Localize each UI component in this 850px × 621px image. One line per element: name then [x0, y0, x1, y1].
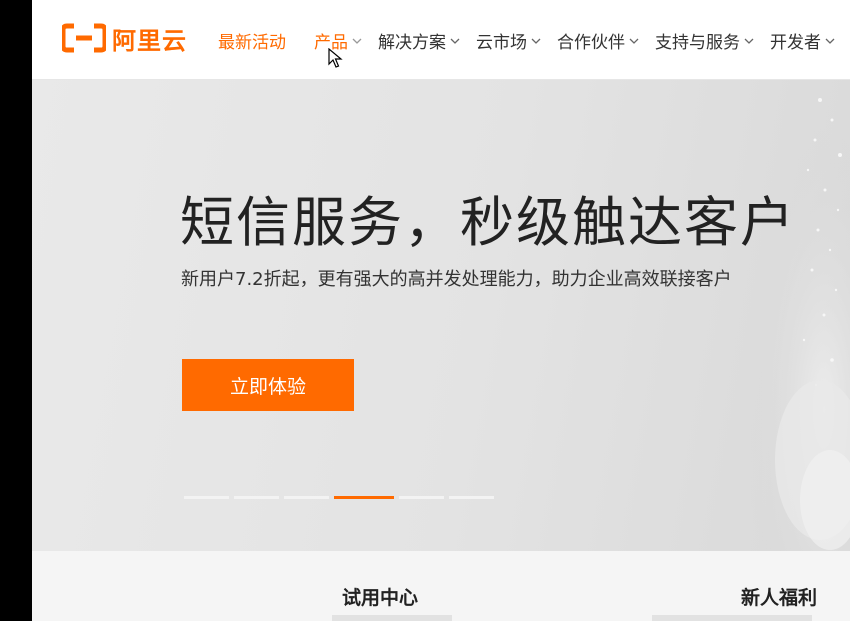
nav-item-support[interactable]: 支持与服务	[655, 28, 754, 53]
chevron-down-icon	[744, 38, 754, 44]
chevron-down-icon	[450, 38, 460, 44]
page: 阿里云 最新活动 产品 解决方案 云市场 合作伙伴 支持与服务 开发者 短信服务…	[32, 0, 850, 621]
bottom-section: 试用中心 新人福利	[32, 551, 850, 621]
nav-item-label: 合作伙伴	[557, 33, 625, 53]
brand-name: 阿里云	[112, 26, 187, 55]
carousel-dot[interactable]	[284, 496, 329, 499]
carousel-dot[interactable]	[449, 496, 494, 499]
carousel-indicators	[184, 496, 499, 499]
trial-center-heading[interactable]: 试用中心	[342, 583, 418, 610]
carousel-dot-active[interactable]	[334, 496, 394, 499]
hero-banner: 短信服务，秒级触达客户 新用户7.2折起，更有强大的高并发处理能力，助力企业高效…	[32, 80, 850, 551]
nav-item-label: 云市场	[476, 33, 527, 53]
partial-text-line	[332, 615, 452, 621]
nav-item-marketplace[interactable]: 云市场	[476, 28, 541, 53]
top-header: 阿里云 最新活动 产品 解决方案 云市场 合作伙伴 支持与服务 开发者	[32, 0, 850, 80]
try-now-button[interactable]: 立即体验	[182, 359, 354, 411]
main-nav: 最新活动 产品 解决方案 云市场 合作伙伴 支持与服务 开发者	[218, 28, 850, 53]
aliyun-logo-icon	[62, 23, 106, 53]
aliyun-logo[interactable]: 阿里云	[62, 22, 187, 55]
chevron-down-icon	[825, 38, 835, 44]
nav-item-label: 开发者	[770, 33, 821, 53]
nav-item-latest-activities[interactable]: 最新活动	[218, 28, 286, 53]
chevron-down-icon	[531, 38, 541, 44]
partial-text-line	[652, 615, 812, 621]
hero-decoration	[720, 80, 850, 551]
hero-subtitle: 新用户7.2折起，更有强大的高并发处理能力，助力企业高效联接客户	[181, 269, 732, 290]
hero-title: 短信服务，秒级触达客户	[180, 191, 796, 254]
mouse-cursor-icon	[328, 48, 343, 68]
carousel-dot[interactable]	[399, 496, 444, 499]
nav-item-label: 支持与服务	[655, 33, 740, 53]
chevron-down-icon	[629, 38, 639, 44]
carousel-dot[interactable]	[184, 496, 229, 499]
carousel-dot[interactable]	[234, 496, 279, 499]
nav-item-solutions[interactable]: 解决方案	[378, 28, 460, 53]
nav-item-label: 解决方案	[378, 33, 446, 53]
nav-item-developers[interactable]: 开发者	[770, 28, 835, 53]
chevron-down-icon	[352, 38, 362, 44]
new-user-welfare-heading[interactable]: 新人福利	[741, 583, 817, 610]
nav-item-partners[interactable]: 合作伙伴	[557, 28, 639, 53]
